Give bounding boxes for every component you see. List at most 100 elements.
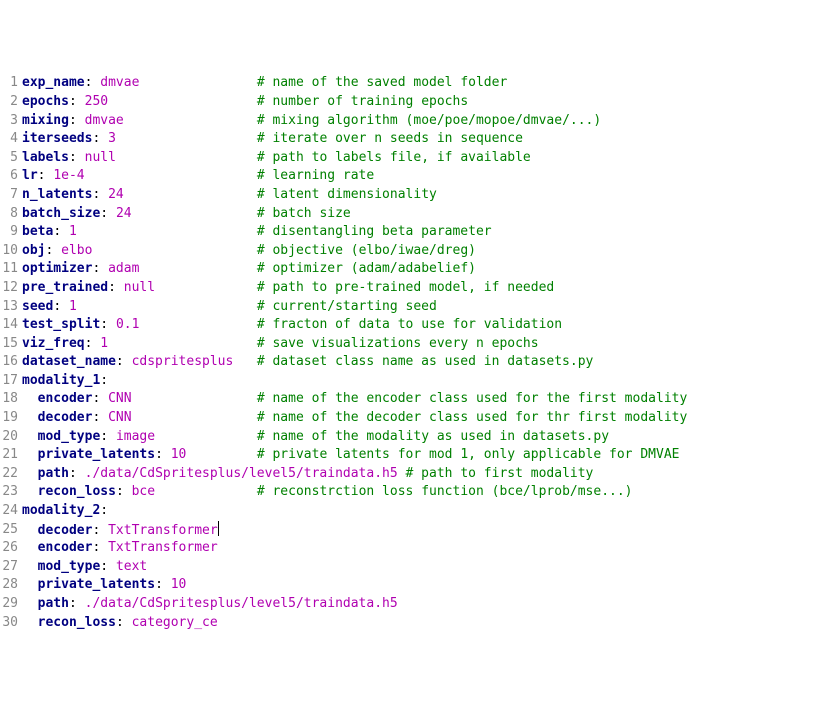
code-line[interactable]: 16dataset_name: cdspritesplus # dataset … (0, 353, 813, 372)
yaml-key: beta (22, 224, 53, 239)
line-content[interactable]: decoder: TxtTransformer (22, 521, 813, 540)
line-content[interactable]: encoder: TxtTransformer (22, 539, 813, 558)
code-line[interactable]: 11optimizer: adam # optimizer (adam/adab… (0, 260, 813, 279)
code-line[interactable]: 22 path: ./data/CdSpritesplus/level5/tra… (0, 465, 813, 484)
code-line[interactable]: 13seed: 1 # current/starting seed (0, 298, 813, 317)
yaml-key: private_latents (38, 447, 155, 462)
line-content[interactable]: obj: elbo # objective (elbo/iwae/dreg) (22, 242, 813, 261)
yaml-key: encoder (38, 540, 93, 555)
yaml-key: path (38, 466, 69, 481)
yaml-value: elbo (61, 243, 92, 258)
yaml-value: 1e-4 (53, 168, 84, 183)
line-content[interactable]: path: ./data/CdSpritesplus/level5/traind… (22, 595, 813, 614)
yaml-comment: # path to labels file, if available (257, 150, 531, 165)
code-line[interactable]: 9beta: 1 # disentangling beta parameter (0, 223, 813, 242)
line-content[interactable]: mod_type: image # name of the modality a… (22, 428, 813, 447)
line-content[interactable]: epochs: 250 # number of training epochs (22, 93, 813, 112)
code-line[interactable]: 20 mod_type: image # name of the modalit… (0, 428, 813, 447)
line-number: 10 (0, 242, 22, 261)
line-content[interactable]: mixing: dmvae # mixing algorithm (moe/po… (22, 112, 813, 131)
code-line[interactable]: 19 decoder: CNN # name of the decoder cl… (0, 409, 813, 428)
code-line[interactable]: 6lr: 1e-4 # learning rate (0, 167, 813, 186)
code-line[interactable]: 4iterseeds: 3 # iterate over n seeds in … (0, 130, 813, 149)
yaml-key: decoder (38, 523, 93, 538)
yaml-comment: # reconstrction loss function (bce/lprob… (257, 484, 633, 499)
line-content[interactable]: n_latents: 24 # latent dimensionality (22, 186, 813, 205)
yaml-key: recon_loss (38, 484, 116, 499)
yaml-comment: # fracton of data to use for validation (257, 317, 562, 332)
yaml-value: 250 (85, 94, 108, 109)
code-line[interactable]: 30 recon_loss: category_ce (0, 614, 813, 633)
yaml-key: test_split (22, 317, 100, 332)
line-content[interactable]: modality_2: (22, 502, 813, 521)
line-content[interactable]: modality_1: (22, 372, 813, 391)
line-content[interactable]: labels: null # path to labels file, if a… (22, 149, 813, 168)
code-line[interactable]: 17modality_1: (0, 372, 813, 391)
code-line[interactable]: 12pre_trained: null # path to pre-traine… (0, 279, 813, 298)
yaml-key: batch_size (22, 206, 100, 221)
line-number: 4 (0, 130, 22, 149)
line-number: 15 (0, 335, 22, 354)
code-editor[interactable]: 1exp_name: dmvae # name of the saved mod… (0, 74, 813, 632)
line-content[interactable]: private_latents: 10 (22, 576, 813, 595)
code-line[interactable]: 18 encoder: CNN # name of the encoder cl… (0, 390, 813, 409)
yaml-comment: # iterate over n seeds in sequence (257, 131, 523, 146)
line-content[interactable]: recon_loss: bce # reconstrction loss fun… (22, 483, 813, 502)
code-line[interactable]: 1exp_name: dmvae # name of the saved mod… (0, 74, 813, 93)
line-number: 18 (0, 390, 22, 409)
code-line[interactable]: 27 mod_type: text (0, 558, 813, 577)
code-line[interactable]: 23 recon_loss: bce # reconstrction loss … (0, 483, 813, 502)
line-content[interactable]: recon_loss: category_ce (22, 614, 813, 633)
code-line[interactable]: 28 private_latents: 10 (0, 576, 813, 595)
line-content[interactable]: path: ./data/CdSpritesplus/level5/traind… (22, 465, 813, 484)
yaml-value: CNN (108, 391, 131, 406)
yaml-value: dmvae (100, 75, 139, 90)
code-line[interactable]: 26 encoder: TxtTransformer (0, 539, 813, 558)
line-number: 28 (0, 576, 22, 595)
line-number: 2 (0, 93, 22, 112)
code-line[interactable]: 15viz_freq: 1 # save visualizations ever… (0, 335, 813, 354)
yaml-value: TxtTransformer (108, 540, 218, 555)
line-content[interactable]: seed: 1 # current/starting seed (22, 298, 813, 317)
yaml-key: optimizer (22, 261, 92, 276)
line-content[interactable]: decoder: CNN # name of the decoder class… (22, 409, 813, 428)
yaml-key: mixing (22, 113, 69, 128)
yaml-value: null (124, 280, 155, 295)
line-content[interactable]: beta: 1 # disentangling beta parameter (22, 223, 813, 242)
yaml-value: 24 (108, 187, 124, 202)
line-content[interactable]: batch_size: 24 # batch size (22, 205, 813, 224)
line-content[interactable]: encoder: CNN # name of the encoder class… (22, 390, 813, 409)
code-line[interactable]: 10obj: elbo # objective (elbo/iwae/dreg) (0, 242, 813, 261)
yaml-comment: # current/starting seed (257, 299, 437, 314)
line-content[interactable]: pre_trained: null # path to pre-trained … (22, 279, 813, 298)
line-content[interactable]: optimizer: adam # optimizer (adam/adabel… (22, 260, 813, 279)
line-content[interactable]: iterseeds: 3 # iterate over n seeds in s… (22, 130, 813, 149)
code-line[interactable]: 8batch_size: 24 # batch size (0, 205, 813, 224)
line-content[interactable]: mod_type: text (22, 558, 813, 577)
yaml-value: CNN (108, 410, 131, 425)
code-line[interactable]: 21 private_latents: 10 # private latents… (0, 446, 813, 465)
code-line[interactable]: 5labels: null # path to labels file, if … (0, 149, 813, 168)
yaml-comment: # path to pre-trained model, if needed (257, 280, 554, 295)
yaml-comment: # mixing algorithm (moe/poe/mopoe/dmvae/… (257, 113, 601, 128)
line-content[interactable]: dataset_name: cdspritesplus # dataset cl… (22, 353, 813, 372)
line-content[interactable]: private_latents: 10 # private latents fo… (22, 446, 813, 465)
yaml-value: null (85, 150, 116, 165)
line-number: 13 (0, 298, 22, 317)
line-number: 6 (0, 167, 22, 186)
line-content[interactable]: lr: 1e-4 # learning rate (22, 167, 813, 186)
code-line[interactable]: 25 decoder: TxtTransformer (0, 521, 813, 540)
code-line[interactable]: 29 path: ./data/CdSpritesplus/level5/tra… (0, 595, 813, 614)
code-line[interactable]: 3mixing: dmvae # mixing algorithm (moe/p… (0, 112, 813, 131)
line-content[interactable]: exp_name: dmvae # name of the saved mode… (22, 74, 813, 93)
code-line[interactable]: 14test_split: 0.1 # fracton of data to u… (0, 316, 813, 335)
code-line[interactable]: 7n_latents: 24 # latent dimensionality (0, 186, 813, 205)
code-line[interactable]: 24modality_2: (0, 502, 813, 521)
yaml-value: cdspritesplus (132, 354, 234, 369)
code-line[interactable]: 2epochs: 250 # number of training epochs (0, 93, 813, 112)
yaml-key: iterseeds (22, 131, 92, 146)
line-content[interactable]: test_split: 0.1 # fracton of data to use… (22, 316, 813, 335)
yaml-comment: # learning rate (257, 168, 374, 183)
yaml-key: n_latents (22, 187, 92, 202)
line-content[interactable]: viz_freq: 1 # save visualizations every … (22, 335, 813, 354)
